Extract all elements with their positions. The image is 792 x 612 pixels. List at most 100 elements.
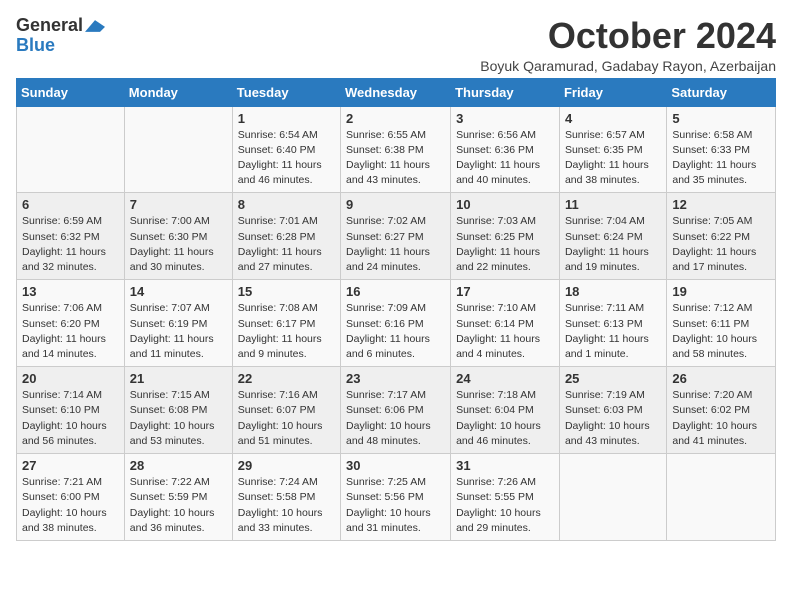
- day-info: Sunrise: 6:54 AM Sunset: 6:40 PM Dayligh…: [238, 129, 322, 187]
- calendar-cell: 19 Sunrise: 7:12 AM Sunset: 6:11 PM Dayli…: [667, 280, 776, 367]
- day-number: 1: [238, 111, 335, 126]
- day-info: Sunrise: 7:11 AM Sunset: 6:13 PM Dayligh…: [565, 302, 649, 360]
- calendar-cell: 8 Sunrise: 7:01 AM Sunset: 6:28 PM Daylig…: [232, 193, 340, 280]
- day-info: Sunrise: 7:10 AM Sunset: 6:14 PM Dayligh…: [456, 302, 540, 360]
- day-number: 20: [22, 371, 119, 386]
- day-number: 12: [672, 197, 770, 212]
- day-number: 5: [672, 111, 770, 126]
- calendar-cell: 22Sunrise: 7:16 AM Sunset: 6:07 PM Dayli…: [232, 367, 340, 454]
- calendar-header-row: SundayMondayTuesdayWednesdayThursdayFrid…: [17, 78, 776, 106]
- day-number: 17: [456, 284, 554, 299]
- calendar-cell: 1 Sunrise: 6:54 AM Sunset: 6:40 PM Daylig…: [232, 106, 340, 193]
- day-number: 21: [130, 371, 227, 386]
- calendar-cell: 4 Sunrise: 6:57 AM Sunset: 6:35 PM Daylig…: [559, 106, 666, 193]
- calendar-week-row: 27Sunrise: 7:21 AM Sunset: 6:00 PM Dayli…: [17, 454, 776, 541]
- calendar-week-row: 6 Sunrise: 6:59 AM Sunset: 6:32 PM Daylig…: [17, 193, 776, 280]
- day-info: Sunrise: 7:15 AM Sunset: 6:08 PM Dayligh…: [130, 389, 215, 447]
- title-block: October 2024 Boyuk Qaramurad, Gadabay Ra…: [480, 16, 776, 74]
- day-number: 18: [565, 284, 661, 299]
- day-info: Sunrise: 7:04 AM Sunset: 6:24 PM Dayligh…: [565, 215, 649, 273]
- day-info: Sunrise: 6:58 AM Sunset: 6:33 PM Dayligh…: [672, 129, 756, 187]
- day-number: 13: [22, 284, 119, 299]
- calendar-cell: 10Sunrise: 7:03 AM Sunset: 6:25 PM Dayli…: [451, 193, 560, 280]
- day-header-saturday: Saturday: [667, 78, 776, 106]
- calendar-table: SundayMondayTuesdayWednesdayThursdayFrid…: [16, 78, 776, 541]
- day-number: 19: [672, 284, 770, 299]
- day-info: Sunrise: 7:18 AM Sunset: 6:04 PM Dayligh…: [456, 389, 541, 447]
- calendar-cell: 26 Sunrise: 7:20 AM Sunset: 6:02 PM Dayli…: [667, 367, 776, 454]
- calendar-cell: 15 Sunrise: 7:08 AM Sunset: 6:17 PM Dayli…: [232, 280, 340, 367]
- calendar-cell: 24 Sunrise: 7:18 AM Sunset: 6:04 PM Dayli…: [451, 367, 560, 454]
- calendar-cell: 27Sunrise: 7:21 AM Sunset: 6:00 PM Dayli…: [17, 454, 125, 541]
- calendar-cell: 13 Sunrise: 7:06 AM Sunset: 6:20 PM Dayli…: [17, 280, 125, 367]
- calendar-cell: 20 Sunrise: 7:14 AM Sunset: 6:10 PM Dayli…: [17, 367, 125, 454]
- day-number: 25: [565, 371, 661, 386]
- day-number: 4: [565, 111, 661, 126]
- day-header-friday: Friday: [559, 78, 666, 106]
- calendar-cell: 29 Sunrise: 7:24 AM Sunset: 5:58 PM Dayli…: [232, 454, 340, 541]
- calendar-cell: 5 Sunrise: 6:58 AM Sunset: 6:33 PM Daylig…: [667, 106, 776, 193]
- calendar-cell: [124, 106, 232, 193]
- day-number: 24: [456, 371, 554, 386]
- calendar-cell: 28Sunrise: 7:22 AM Sunset: 5:59 PM Dayli…: [124, 454, 232, 541]
- day-number: 30: [346, 458, 445, 473]
- day-info: Sunrise: 6:56 AM Sunset: 6:36 PM Dayligh…: [456, 129, 540, 187]
- day-number: 6: [22, 197, 119, 212]
- logo-blue: Blue: [16, 36, 55, 56]
- calendar-cell: [559, 454, 666, 541]
- calendar-cell: 11 Sunrise: 7:04 AM Sunset: 6:24 PM Dayli…: [559, 193, 666, 280]
- day-info: Sunrise: 7:06 AM Sunset: 6:20 PM Dayligh…: [22, 302, 106, 360]
- location-title: Boyuk Qaramurad, Gadabay Rayon, Azerbaij…: [480, 58, 776, 74]
- calendar-cell: 7 Sunrise: 7:00 AM Sunset: 6:30 PM Daylig…: [124, 193, 232, 280]
- logo-icon: [85, 20, 105, 32]
- logo: General Blue: [16, 16, 105, 56]
- day-info: Sunrise: 7:20 AM Sunset: 6:02 PM Dayligh…: [672, 389, 757, 447]
- logo-general: General: [16, 16, 83, 36]
- calendar-cell: 31 Sunrise: 7:26 AM Sunset: 5:55 PM Dayli…: [451, 454, 560, 541]
- day-info: Sunrise: 7:24 AM Sunset: 5:58 PM Dayligh…: [238, 476, 323, 534]
- day-number: 10: [456, 197, 554, 212]
- calendar-week-row: 20 Sunrise: 7:14 AM Sunset: 6:10 PM Dayli…: [17, 367, 776, 454]
- day-info: Sunrise: 6:59 AM Sunset: 6:32 PM Dayligh…: [22, 215, 106, 273]
- day-info: Sunrise: 7:01 AM Sunset: 6:28 PM Dayligh…: [238, 215, 322, 273]
- day-info: Sunrise: 7:07 AM Sunset: 6:19 PM Dayligh…: [130, 302, 214, 360]
- day-number: 3: [456, 111, 554, 126]
- day-number: 8: [238, 197, 335, 212]
- calendar-cell: [667, 454, 776, 541]
- day-info: Sunrise: 7:21 AM Sunset: 6:00 PM Dayligh…: [22, 476, 107, 534]
- day-header-tuesday: Tuesday: [232, 78, 340, 106]
- day-info: Sunrise: 7:00 AM Sunset: 6:30 PM Dayligh…: [130, 215, 214, 273]
- day-number: 7: [130, 197, 227, 212]
- day-number: 2: [346, 111, 445, 126]
- day-number: 15: [238, 284, 335, 299]
- calendar-cell: 17 Sunrise: 7:10 AM Sunset: 6:14 PM Dayli…: [451, 280, 560, 367]
- day-info: Sunrise: 7:25 AM Sunset: 5:56 PM Dayligh…: [346, 476, 431, 534]
- calendar-cell: 6 Sunrise: 6:59 AM Sunset: 6:32 PM Daylig…: [17, 193, 125, 280]
- day-number: 11: [565, 197, 661, 212]
- day-number: 26: [672, 371, 770, 386]
- calendar-cell: 3 Sunrise: 6:56 AM Sunset: 6:36 PM Daylig…: [451, 106, 560, 193]
- calendar-cell: 25 Sunrise: 7:19 AM Sunset: 6:03 PM Dayli…: [559, 367, 666, 454]
- calendar-cell: 18 Sunrise: 7:11 AM Sunset: 6:13 PM Dayli…: [559, 280, 666, 367]
- calendar-cell: 16Sunrise: 7:09 AM Sunset: 6:16 PM Dayli…: [341, 280, 451, 367]
- day-info: Sunrise: 7:17 AM Sunset: 6:06 PM Dayligh…: [346, 389, 431, 447]
- day-number: 31: [456, 458, 554, 473]
- day-info: Sunrise: 7:19 AM Sunset: 6:03 PM Dayligh…: [565, 389, 650, 447]
- day-header-thursday: Thursday: [451, 78, 560, 106]
- day-info: Sunrise: 7:08 AM Sunset: 6:17 PM Dayligh…: [238, 302, 322, 360]
- day-info: Sunrise: 7:26 AM Sunset: 5:55 PM Dayligh…: [456, 476, 541, 534]
- calendar-week-row: 1 Sunrise: 6:54 AM Sunset: 6:40 PM Daylig…: [17, 106, 776, 193]
- day-info: Sunrise: 7:12 AM Sunset: 6:11 PM Dayligh…: [672, 302, 757, 360]
- day-info: Sunrise: 7:09 AM Sunset: 6:16 PM Dayligh…: [346, 302, 430, 360]
- day-number: 28: [130, 458, 227, 473]
- day-info: Sunrise: 7:02 AM Sunset: 6:27 PM Dayligh…: [346, 215, 430, 273]
- month-title: October 2024: [480, 16, 776, 56]
- day-number: 9: [346, 197, 445, 212]
- calendar-cell: 21 Sunrise: 7:15 AM Sunset: 6:08 PM Dayli…: [124, 367, 232, 454]
- day-info: Sunrise: 6:57 AM Sunset: 6:35 PM Dayligh…: [565, 129, 649, 187]
- day-info: Sunrise: 7:14 AM Sunset: 6:10 PM Dayligh…: [22, 389, 107, 447]
- calendar-cell: [17, 106, 125, 193]
- calendar-cell: 9 Sunrise: 7:02 AM Sunset: 6:27 PM Daylig…: [341, 193, 451, 280]
- day-number: 29: [238, 458, 335, 473]
- day-number: 22: [238, 371, 335, 386]
